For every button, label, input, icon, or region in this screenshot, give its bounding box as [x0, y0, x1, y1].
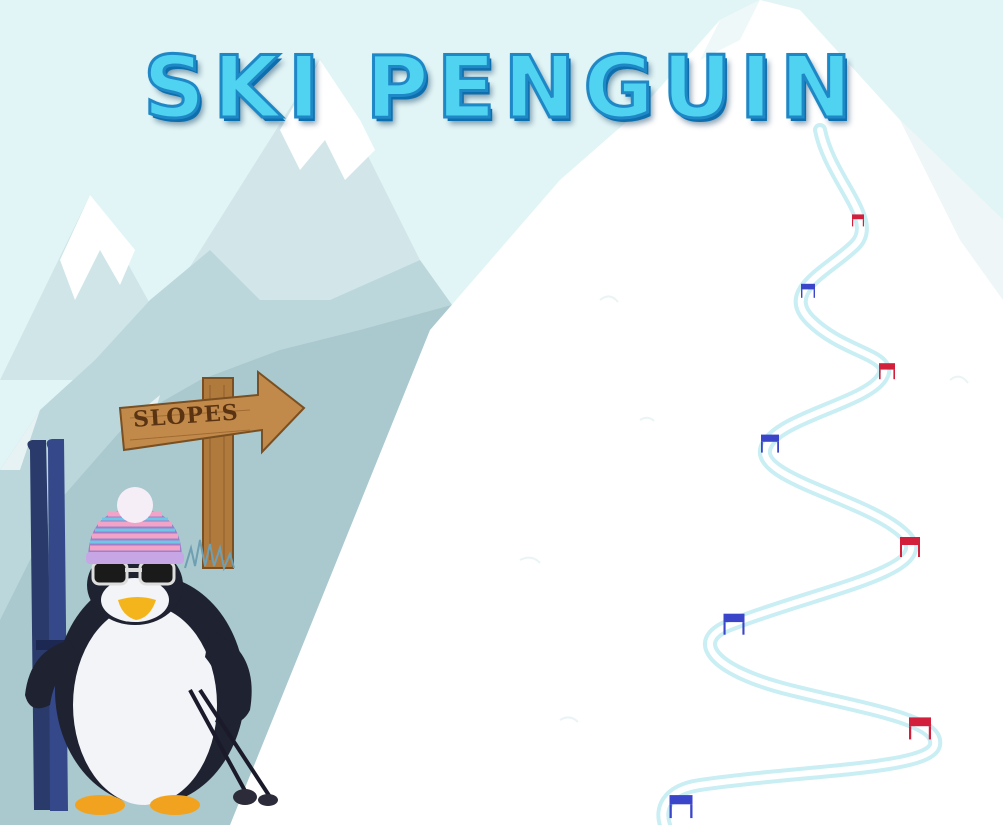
game-scene: SKI PENGUIN SLOPES: [0, 0, 1003, 825]
game-title: SKI PENGUIN: [142, 37, 860, 140]
pompom: [117, 487, 153, 523]
